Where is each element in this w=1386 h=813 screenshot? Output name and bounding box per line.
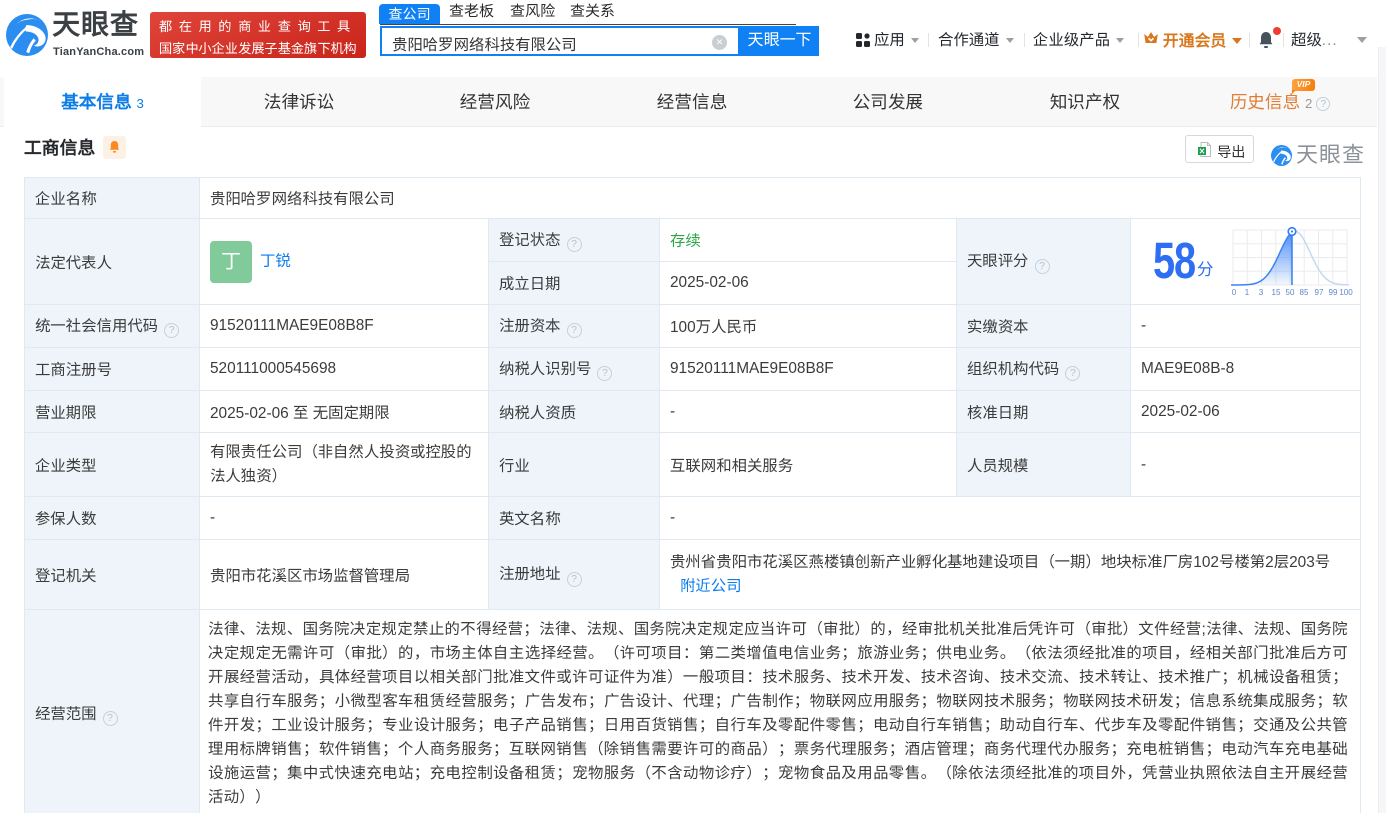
svg-text:3: 3 <box>1259 288 1264 297</box>
svg-text:15: 15 <box>1272 288 1281 297</box>
svg-text:0: 0 <box>1232 288 1237 297</box>
svg-text:99: 99 <box>1329 288 1338 297</box>
svg-text:50: 50 <box>1286 288 1295 297</box>
svg-text:100: 100 <box>1339 288 1353 297</box>
svg-text:85: 85 <box>1300 288 1309 297</box>
svg-text:1: 1 <box>1245 288 1250 297</box>
svg-text:97: 97 <box>1315 288 1324 297</box>
